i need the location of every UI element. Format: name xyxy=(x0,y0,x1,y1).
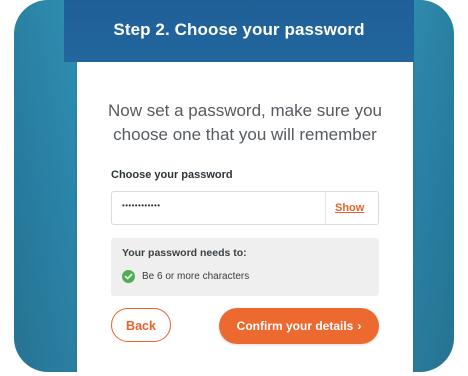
confirm-details-button[interactable]: Confirm your details › xyxy=(219,308,379,344)
chevron-right-icon: › xyxy=(357,319,362,333)
password-field-label: Choose your password xyxy=(111,169,233,181)
intro-text: Now set a password, make sure you choose… xyxy=(77,99,413,147)
requirement-text: Be 6 or more characters xyxy=(142,270,250,282)
password-requirements: Your password needs to: Be 6 or more cha… xyxy=(111,238,379,296)
back-button[interactable]: Back xyxy=(111,308,171,342)
requirement-item: Be 6 or more characters xyxy=(122,269,249,283)
check-circle-icon xyxy=(122,269,135,283)
show-password-link[interactable]: Show xyxy=(335,202,364,214)
intro-line-2: choose one that you will remember xyxy=(113,125,377,144)
page-title: Step 2. Choose your password xyxy=(113,20,365,39)
password-value[interactable]: •••••••••••• xyxy=(122,201,160,210)
input-divider xyxy=(325,192,326,224)
password-input[interactable]: •••••••••••• Show xyxy=(111,191,379,225)
intro-line-1: Now set a password, make sure you xyxy=(107,101,382,120)
requirements-title: Your password needs to: xyxy=(122,247,247,259)
confirm-button-label: Confirm your details xyxy=(236,319,354,333)
password-card: Now set a password, make sure you choose… xyxy=(77,62,413,376)
